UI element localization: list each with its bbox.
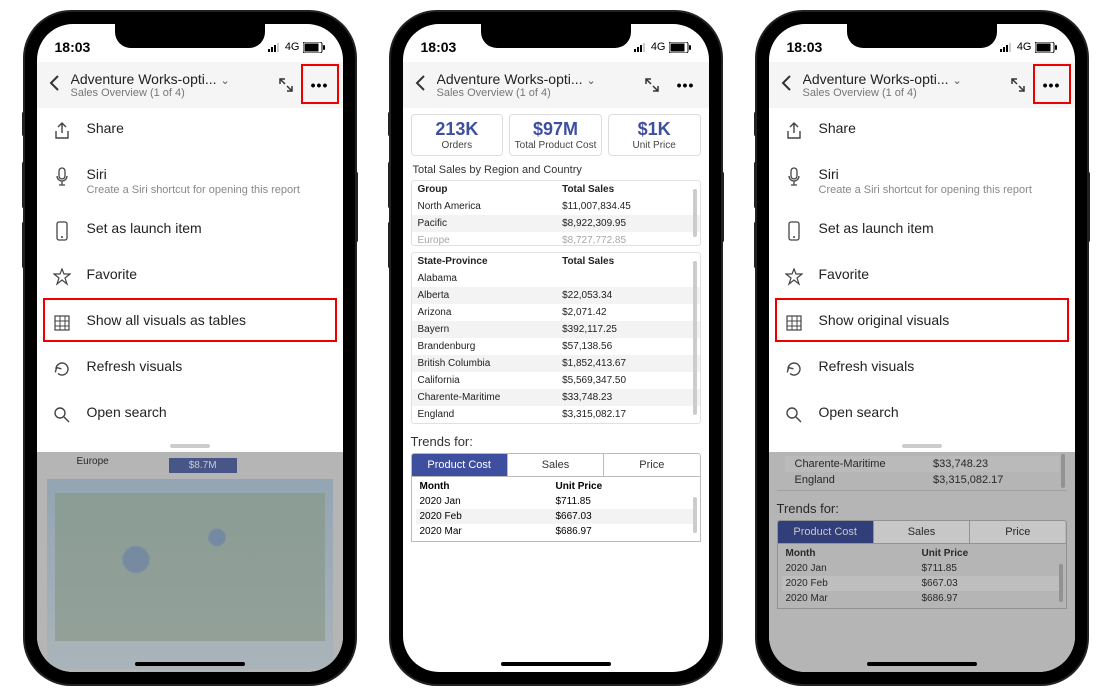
menu-search[interactable]: Open search	[769, 392, 1075, 438]
scrollbar[interactable]	[693, 189, 697, 237]
share-icon	[51, 120, 73, 142]
options-menu: Share SiriCreate a Siri shortcut for ope…	[769, 108, 1075, 452]
menu-favorite[interactable]: Favorite	[37, 254, 343, 300]
status-time: 18:03	[421, 39, 457, 55]
map-visual	[47, 479, 333, 669]
tab-sales[interactable]: Sales	[508, 454, 604, 476]
back-icon[interactable]	[37, 72, 71, 98]
app-header: Adventure Works-opti...⌄ Sales Overview …	[769, 62, 1075, 108]
region-table-title: Total Sales by Region and Country	[403, 162, 709, 178]
status-time: 18:03	[55, 39, 91, 55]
menu-favorite[interactable]: Favorite	[769, 254, 1075, 300]
search-icon	[51, 404, 73, 426]
chevron-down-icon[interactable]: ⌄	[953, 75, 962, 87]
status-net: 4G	[285, 41, 300, 53]
back-icon[interactable]	[769, 72, 803, 98]
card-price[interactable]: $1KUnit Price	[608, 114, 701, 156]
chevron-down-icon[interactable]: ⌄	[221, 75, 230, 87]
siri-icon	[783, 166, 805, 188]
more-options-icon[interactable]: •••	[669, 68, 703, 102]
screen-3: 18:03 4G Adventure Works-opti...⌄ Sales …	[769, 24, 1075, 672]
share-icon	[783, 120, 805, 142]
scrollbar[interactable]	[693, 497, 697, 533]
screen-2: 18:03 4G Adventure Works-opti...⌄ Sales …	[403, 24, 709, 672]
star-icon	[783, 266, 805, 288]
menu-share[interactable]: Share	[37, 108, 343, 154]
kpi-cards: 213KOrders $97MTotal Product Cost $1KUni…	[403, 108, 709, 162]
expand-icon[interactable]	[635, 68, 669, 102]
menu-refresh[interactable]: Refresh visuals	[769, 346, 1075, 392]
drag-handle[interactable]	[170, 444, 210, 448]
dimmed-background: Europe$8.7M Microsoft BingTerms	[37, 452, 343, 672]
home-indicator[interactable]	[135, 662, 245, 666]
home-indicator[interactable]	[501, 662, 611, 666]
phone-1: 18:03 4G Adventure Works-opti... ⌄ Sales …	[25, 12, 355, 684]
trends-section: Trends for: Product Cost Sales Price Mon…	[411, 434, 701, 542]
dimmed-background: Charente-Maritime$33,748.23 England$3,31…	[769, 452, 1075, 672]
report-title[interactable]: Adventure Works-opti...	[71, 71, 217, 87]
expand-icon[interactable]	[1001, 68, 1035, 102]
refresh-icon	[51, 358, 73, 380]
report-subtitle: Sales Overview (1 of 4)	[71, 87, 269, 99]
drag-handle[interactable]	[902, 444, 942, 448]
tab-product-cost[interactable]: Product Cost	[412, 454, 508, 476]
home-indicator[interactable]	[867, 662, 977, 666]
search-icon	[783, 404, 805, 426]
state-table[interactable]: State-ProvinceTotal Sales Alabama Albert…	[411, 252, 701, 424]
app-header: Adventure Works-opti...⌄ Sales Overview …	[403, 62, 709, 108]
trends-table[interactable]: MonthUnit Price 2020 Jan$711.85 2020 Feb…	[411, 477, 701, 542]
trends-tabs: Product Cost Sales Price	[411, 453, 701, 477]
back-icon[interactable]	[403, 72, 437, 98]
launch-icon	[783, 220, 805, 242]
card-orders[interactable]: 213KOrders	[411, 114, 504, 156]
phone-3: 18:03 4G Adventure Works-opti...⌄ Sales …	[757, 12, 1087, 684]
siri-icon	[51, 166, 73, 188]
star-icon	[51, 266, 73, 288]
screen-1: 18:03 4G Adventure Works-opti... ⌄ Sales …	[37, 24, 343, 672]
chevron-down-icon[interactable]: ⌄	[587, 75, 596, 87]
tab-price[interactable]: Price	[604, 454, 699, 476]
refresh-icon	[783, 358, 805, 380]
region-table[interactable]: GroupTotal Sales North America$11,007,83…	[411, 180, 701, 246]
menu-launch[interactable]: Set as launch item	[769, 208, 1075, 254]
menu-siri[interactable]: SiriCreate a Siri shortcut for opening t…	[769, 154, 1075, 208]
expand-icon[interactable]	[269, 68, 303, 102]
menu-share[interactable]: Share	[769, 108, 1075, 154]
menu-launch[interactable]: Set as launch item	[37, 208, 343, 254]
options-menu: Share SiriCreate a Siri shortcut for ope…	[37, 108, 343, 452]
scrollbar[interactable]	[693, 261, 697, 415]
phone-2: 18:03 4G Adventure Works-opti...⌄ Sales …	[391, 12, 721, 684]
card-cost[interactable]: $97MTotal Product Cost	[509, 114, 602, 156]
launch-icon	[51, 220, 73, 242]
menu-refresh[interactable]: Refresh visuals	[37, 346, 343, 392]
app-header: Adventure Works-opti... ⌄ Sales Overview …	[37, 62, 343, 108]
menu-search[interactable]: Open search	[37, 392, 343, 438]
menu-siri[interactable]: SiriCreate a Siri shortcut for opening t…	[37, 154, 343, 208]
